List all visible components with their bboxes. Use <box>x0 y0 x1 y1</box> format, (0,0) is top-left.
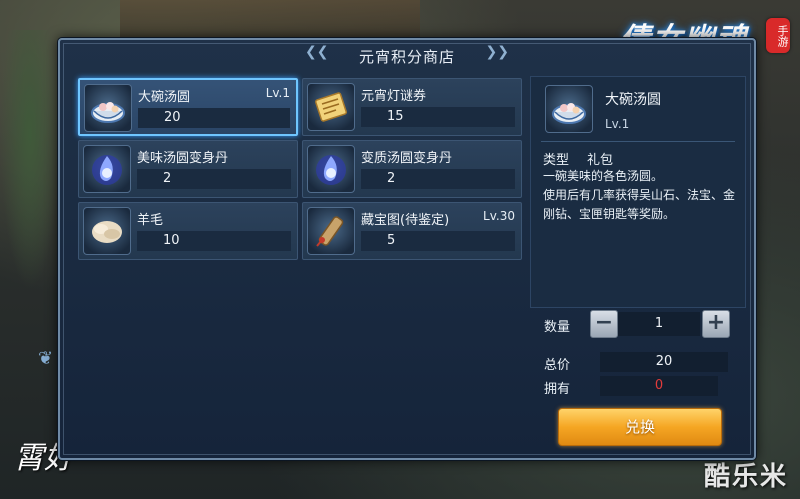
item-grid-empty-area <box>78 302 526 442</box>
blue-flame-pill-icon <box>307 145 355 193</box>
tangyuan-bowl-icon <box>84 84 132 132</box>
owned-value: 0 <box>600 376 718 396</box>
title-bar: ❮❮ 元宵积分商店 ❯❯ <box>60 38 754 72</box>
shop-title: 元宵积分商店 <box>358 48 455 66</box>
detail-divider <box>541 141 735 142</box>
exchange-button[interactable]: 兑换 <box>558 408 722 446</box>
quantity-value[interactable]: 1 <box>618 312 700 336</box>
item-name: 元宵灯谜券 <box>361 89 427 104</box>
background-tree <box>0 30 60 290</box>
detail-type-label: 类型 <box>543 153 570 168</box>
shop-item[interactable]: 藏宝图(待鉴定) Lv.30 5 <box>302 202 522 260</box>
item-name: 羊毛 <box>137 213 164 228</box>
detail-item-name: 大碗汤圆 <box>605 92 661 108</box>
shop-item[interactable]: 元宵灯谜券 15 <box>302 78 522 136</box>
item-level: Lv.1 <box>265 86 290 100</box>
total-price-label: 总价 <box>544 358 571 373</box>
butterfly-icon: ❦ <box>38 348 54 369</box>
item-name: 美味汤圆变身丹 <box>137 151 229 166</box>
quantity-label: 数量 <box>544 320 571 335</box>
item-level: Lv.30 <box>483 209 515 223</box>
item-price: 2 <box>137 169 291 189</box>
item-price: 20 <box>138 108 290 128</box>
watermark: 酷乐米 <box>703 462 788 492</box>
blue-flame-pill-icon <box>83 145 131 193</box>
shop-item[interactable]: 美味汤圆变身丹 2 <box>78 140 298 198</box>
total-price-value: 20 <box>600 352 728 372</box>
item-grid: 大碗汤圆 Lv.1 20 元宵灯谜券 15 美味汤圆变身丹 2 变质汤圆变身丹 … <box>78 78 526 300</box>
item-name: 藏宝图(待鉴定) <box>361 213 450 228</box>
detail-item-level: Lv.1 <box>605 117 630 131</box>
tangyuan-bowl-icon <box>545 85 593 133</box>
shop-panel: ❮❮ 元宵积分商店 ❯❯ 大碗汤圆 Lv.1 20 元宵灯谜券 15 美味汤圆变… <box>58 38 756 460</box>
item-price: 10 <box>137 231 291 251</box>
detail-type: 类型 礼包 <box>543 149 631 168</box>
shop-item[interactable]: 变质汤圆变身丹 2 <box>302 140 522 198</box>
detail-description-line: 使用后有几率获得吴山石、法宝、金刚钻、宝匣钥匙等奖励。 <box>543 188 736 221</box>
detail-type-value: 礼包 <box>587 153 614 168</box>
owned-label: 拥有 <box>544 382 571 397</box>
item-name: 大碗汤圆 <box>138 90 191 105</box>
logo-badge: 手游 <box>766 18 790 53</box>
shop-item[interactable]: 羊毛 10 <box>78 202 298 260</box>
detail-description: 一碗美味的各色汤圆。 使用后有几率获得吴山石、法宝、金刚钻、宝匣钥匙等奖励。 <box>543 167 735 224</box>
item-price: 5 <box>361 231 515 251</box>
background-roof <box>120 0 420 40</box>
item-name: 变质汤圆变身丹 <box>361 151 453 166</box>
scroll-ticket-icon <box>307 83 355 131</box>
shop-item[interactable]: 大碗汤圆 Lv.1 20 <box>78 78 298 136</box>
quantity-decrease-button[interactable]: − <box>590 310 618 338</box>
item-price: 15 <box>361 107 515 127</box>
item-detail-pane: 大碗汤圆 Lv.1 类型 礼包 一碗美味的各色汤圆。 使用后有几率获得吴山石、法宝… <box>530 76 746 308</box>
title-ornament-right-icon: ❯❯ <box>485 44 509 60</box>
detail-description-line: 一碗美味的各色汤圆。 <box>543 169 664 183</box>
treasure-map-icon <box>307 207 355 255</box>
item-price: 2 <box>361 169 515 189</box>
title-ornament-left-icon: ❮❮ <box>305 44 329 60</box>
quantity-increase-button[interactable]: + <box>702 310 730 338</box>
wool-icon <box>83 207 131 255</box>
